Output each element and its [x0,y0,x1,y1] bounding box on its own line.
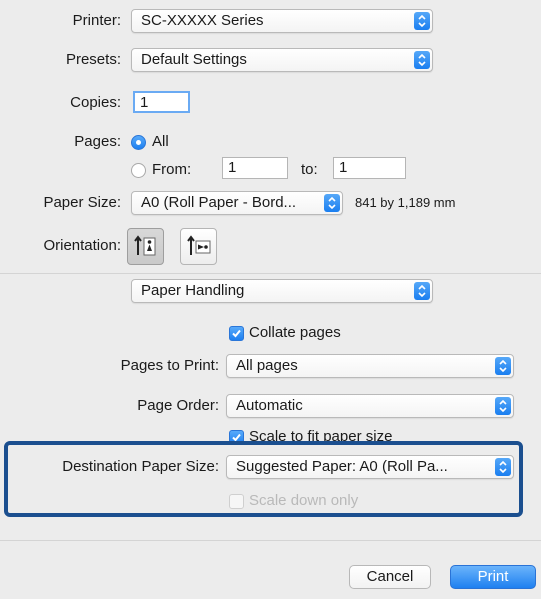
page-order-popup[interactable]: Automatic [226,394,514,418]
print-button[interactable]: Print [450,565,536,589]
orientation-portrait-button[interactable] [127,228,164,265]
page-order-value: Automatic [236,397,303,414]
paper-size-label: Paper Size: [43,194,121,211]
pages-to-print-label: Pages to Print: [120,357,219,374]
scale-down-only-checkbox[interactable] [229,494,244,509]
paper-size-popup[interactable]: A0 (Roll Paper - Bord... [131,191,343,215]
portrait-icon [134,235,156,256]
section-value: Paper Handling [141,282,245,299]
checkmark-icon [232,329,241,338]
destination-paper-size-value: Suggested Paper: A0 (Roll Pa... [236,458,448,475]
print-dialog: { "printer": { "label": "Printer:", "val… [0,0,541,599]
popup-arrows-icon [414,51,430,69]
pages-to-print-value: All pages [236,357,298,374]
destination-paper-size-label: Destination Paper Size: [62,458,219,475]
collate-label: Collate pages [249,324,341,341]
page-order-label: Page Order: [137,397,219,414]
presets-value: Default Settings [141,51,247,68]
destination-paper-size-popup[interactable]: Suggested Paper: A0 (Roll Pa... [226,455,514,479]
scale-down-only-label: Scale down only [249,492,359,509]
pages-to-print-popup[interactable]: All pages [226,354,514,378]
pages-from-label: From: [152,161,192,178]
separator [0,540,541,541]
separator [0,273,541,274]
section-popup[interactable]: Paper Handling [131,279,433,303]
pages-all-radio[interactable] [131,135,146,150]
pages-to-label: to: [301,161,318,178]
popup-arrows-icon [495,458,511,476]
copies-label: Copies: [70,94,121,111]
cancel-button[interactable]: Cancel [349,565,431,589]
collate-checkbox[interactable] [229,326,244,341]
pages-to-field[interactable]: 1 [333,157,406,179]
orientation-label: Orientation: [43,237,121,254]
pages-label: Pages: [74,133,121,150]
popup-arrows-icon [414,12,430,30]
paper-size-dimensions: 841 by 1,189 mm [355,195,456,210]
pages-from-radio[interactable] [131,163,146,178]
pages-from-field[interactable]: 1 [222,157,288,179]
printer-label: Printer: [72,12,121,29]
printer-value: SC-XXXXX Series [141,12,264,29]
popup-arrows-icon [324,194,340,212]
popup-arrows-icon [495,357,511,375]
landscape-icon [187,235,211,255]
paper-size-value: A0 (Roll Paper - Bord... [141,194,297,211]
pages-all-label: All [152,133,169,150]
popup-arrows-icon [414,282,430,300]
printer-popup[interactable]: SC-XXXXX Series [131,9,433,33]
presets-label: Presets: [65,51,121,68]
presets-popup[interactable]: Default Settings [131,48,433,72]
orientation-landscape-button[interactable] [180,228,217,265]
popup-arrows-icon [495,397,511,415]
copies-field[interactable]: 1 [133,91,190,113]
